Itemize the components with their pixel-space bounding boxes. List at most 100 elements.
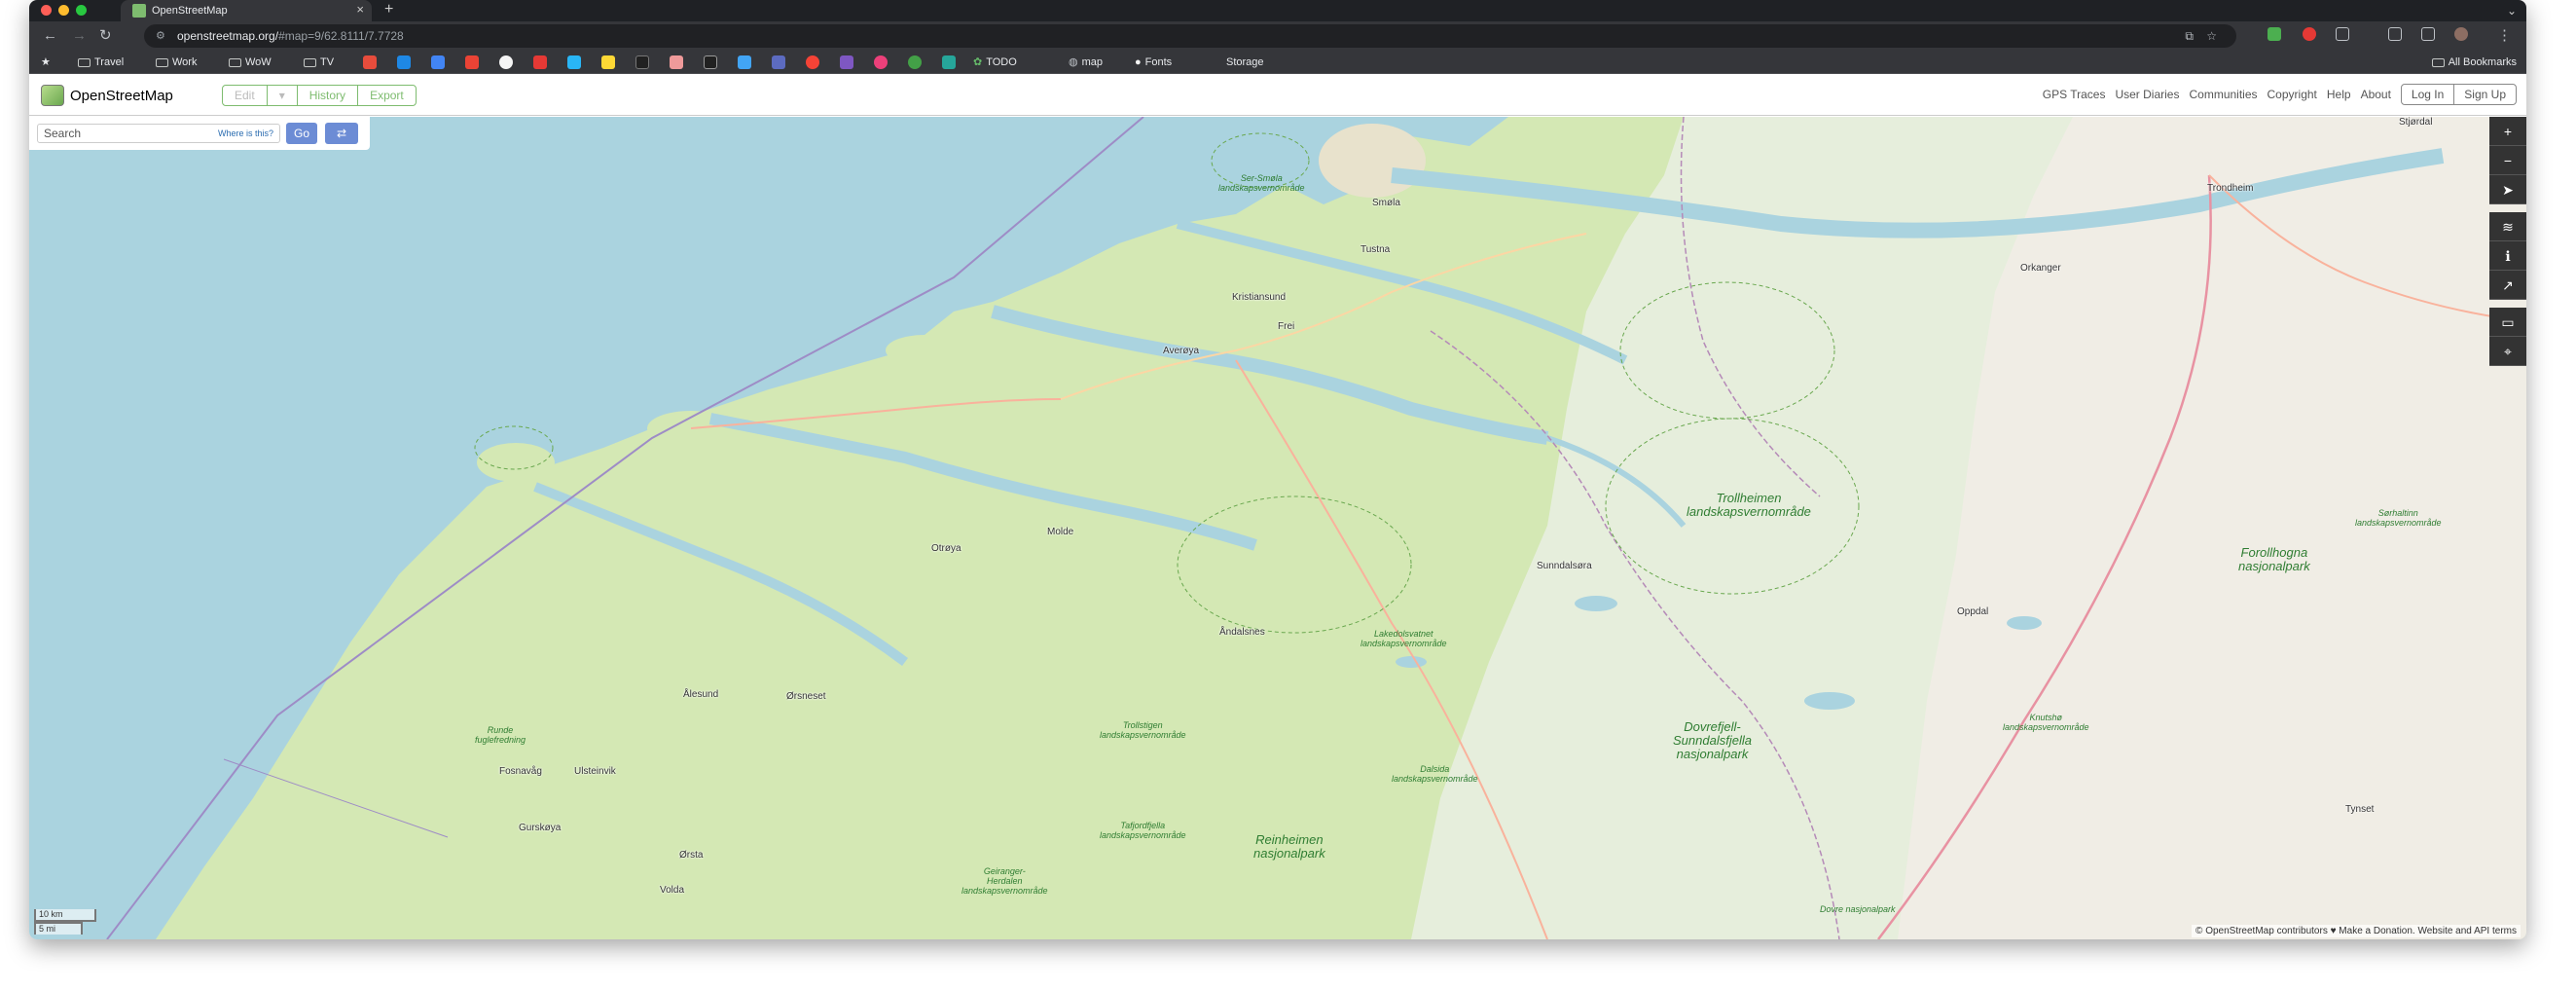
map-tiles: [106, 117, 2526, 939]
zoom-out-icon[interactable]: −: [2489, 146, 2526, 175]
tab-close-icon[interactable]: ×: [356, 2, 364, 17]
bookmark-folder-tv[interactable]: TV: [304, 51, 334, 74]
attribution[interactable]: © OpenStreetMap contributors ♥ Make a Do…: [2192, 925, 2521, 937]
minimize-window-button[interactable]: [58, 5, 69, 16]
edit-button-group: Edit ▾ History Export: [222, 85, 417, 106]
bookmark-star-icon[interactable]: ★: [41, 51, 51, 74]
extension-icon[interactable]: [2268, 27, 2281, 41]
code-icon[interactable]: [704, 55, 717, 69]
nav-gps-traces[interactable]: GPS Traces: [2043, 88, 2106, 101]
locate-icon[interactable]: ➤: [2489, 175, 2526, 204]
place-label: Ørsneset: [786, 690, 826, 702]
map-controls: + − ➤ ≋ ℹ ↗ ▭ ⌖: [2489, 117, 2526, 366]
site-info-icon[interactable]: ⚙: [156, 24, 165, 48]
bookmark-todo[interactable]: ✿ TODO: [973, 51, 1017, 74]
reload-icon[interactable]: ↻: [99, 25, 112, 47]
place-label: Oppdal: [1957, 606, 1989, 618]
forward-arrow-icon[interactable]: →: [72, 25, 87, 47]
place-label: Ørsta: [679, 849, 704, 861]
where-is-this-link[interactable]: Where is this?: [218, 125, 273, 142]
browser-toolbar: ← → ↻ ⚙ openstreetmap.org/#map=9/62.8111…: [29, 21, 2526, 51]
nav-about[interactable]: About: [2361, 88, 2391, 101]
bookmark-favicon-icon[interactable]: [363, 55, 377, 69]
park-label: Dovre nasjonalpark: [1820, 904, 1896, 915]
address-bar[interactable]: ⚙ openstreetmap.org/#map=9/62.8111/7.772…: [144, 24, 2236, 48]
nav-communities[interactable]: Communities: [2189, 88, 2257, 101]
extension-record-icon[interactable]: [2303, 27, 2316, 41]
bookmark-favicon-icon[interactable]: [942, 55, 956, 69]
browser-window: OpenStreetMap × + ⌄ ← → ↻ ⚙ openstreetma…: [29, 0, 2526, 939]
folder-icon: [2431, 57, 2445, 67]
history-button[interactable]: History: [298, 86, 359, 105]
bookmark-favicon-icon[interactable]: [431, 55, 445, 69]
bookmark-favicon-icon[interactable]: [874, 55, 888, 69]
side-panel-icon[interactable]: [2421, 27, 2435, 41]
nav-user-diaries[interactable]: User Diaries: [2115, 88, 2179, 101]
bookmark-favicon-icon[interactable]: [601, 55, 615, 69]
park-label: Runde fuglefredning: [475, 725, 526, 746]
park-label: Lakedolsvatnet landskapsvernområde: [1361, 628, 1447, 648]
bookmark-fonts[interactable]: ● Fonts: [1135, 51, 1172, 74]
map-canvas[interactable]: Smøla Kristiansund Frei Averøya Tustna Trondh…: [29, 117, 2526, 939]
all-bookmarks-folder[interactable]: All Bookmarks: [2431, 51, 2517, 74]
browser-menu-icon[interactable]: ⋮: [2497, 25, 2512, 47]
park-label: Knutshø landskapsvernområde: [2003, 713, 2089, 733]
tab-openstreetmap[interactable]: OpenStreetMap ×: [121, 0, 372, 21]
install-app-icon[interactable]: ⧉: [2185, 24, 2194, 48]
place-label: Stjørdal: [2399, 117, 2433, 128]
bookmark-favicon-icon[interactable]: [635, 55, 649, 69]
directions-icon[interactable]: ⇄: [325, 123, 358, 144]
close-window-button[interactable]: [41, 5, 52, 16]
gmail-icon[interactable]: [465, 55, 479, 69]
tab-title: OpenStreetMap: [152, 5, 228, 17]
bookmark-folder-work[interactable]: Work: [156, 51, 197, 74]
note-icon[interactable]: ▭: [2489, 308, 2526, 337]
park-label: Dovrefjell- Sunndalsfjella nasjonalpark: [1673, 718, 1752, 761]
tab-search-chevron-icon[interactable]: ⌄: [2507, 0, 2517, 21]
back-arrow-icon[interactable]: ←: [43, 25, 57, 47]
bookmark-favicon-icon[interactable]: [738, 55, 751, 69]
place-label: Smøla: [1372, 197, 1400, 208]
twitch-icon[interactable]: [840, 55, 853, 69]
github-icon[interactable]: [499, 55, 513, 69]
export-button[interactable]: Export: [358, 86, 416, 105]
bookmark-folder-wow[interactable]: WoW: [229, 51, 272, 74]
youtube-icon[interactable]: [806, 55, 819, 69]
nav-copyright[interactable]: Copyright: [2268, 88, 2317, 101]
go-button[interactable]: Go: [286, 123, 317, 144]
site-name: OpenStreetMap: [70, 87, 173, 104]
media-icon[interactable]: [2388, 27, 2402, 41]
place-label: Gurskøya: [519, 822, 562, 833]
nav-help[interactable]: Help: [2327, 88, 2351, 101]
bookmark-favicon-icon[interactable]: [533, 55, 547, 69]
new-tab-button[interactable]: +: [384, 0, 393, 19]
bookmark-map[interactable]: ◍ map: [1069, 51, 1103, 74]
place-label: Tustna: [1361, 244, 1391, 256]
bookmark-storage[interactable]: Storage: [1226, 51, 1264, 74]
bookmark-star-icon[interactable]: ☆: [2206, 24, 2217, 48]
profile-avatar[interactable]: [2454, 27, 2468, 41]
auth-buttons: Log In Sign Up: [2400, 84, 2517, 105]
login-button[interactable]: Log In: [2402, 85, 2455, 104]
bookmark-favicon-icon[interactable]: [772, 55, 785, 69]
layers-icon[interactable]: ≋: [2489, 212, 2526, 241]
bookmark-folder-travel[interactable]: Travel: [78, 51, 124, 74]
edit-dropdown-chevron-icon[interactable]: ▾: [268, 86, 298, 105]
maximize-window-button[interactable]: [76, 5, 87, 16]
park-label: Trollheimen landskapsvernområde: [1687, 490, 1811, 519]
share-icon[interactable]: ↗: [2489, 271, 2526, 300]
search-input[interactable]: Search Where is this?: [37, 124, 280, 143]
extensions-puzzle-icon[interactable]: [2336, 27, 2349, 41]
info-icon[interactable]: ℹ: [2489, 241, 2526, 271]
osm-logo[interactable]: OpenStreetMap: [41, 85, 173, 106]
bookmark-favicon-icon[interactable]: [567, 55, 581, 69]
bookmark-favicon-icon[interactable]: [670, 55, 683, 69]
signup-button[interactable]: Sign Up: [2454, 85, 2516, 104]
place-label: Ulsteinvik: [574, 765, 616, 777]
bookmark-favicon-icon[interactable]: [908, 55, 922, 69]
query-features-icon[interactable]: ⌖: [2489, 337, 2526, 366]
edit-button[interactable]: Edit: [223, 86, 268, 105]
zoom-in-icon[interactable]: +: [2489, 117, 2526, 146]
bookmark-favicon-icon[interactable]: [397, 55, 411, 69]
park-label: Ser-Smøla landskapsvernområde: [1218, 173, 1305, 194]
